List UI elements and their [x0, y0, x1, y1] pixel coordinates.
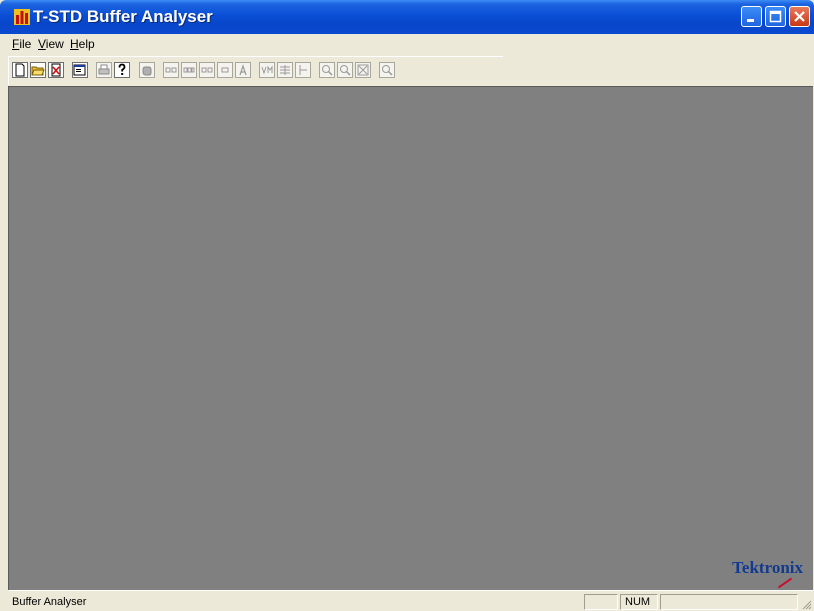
- status-pane-num: NUM: [620, 594, 658, 610]
- properties-button[interactable]: [72, 62, 88, 78]
- cursor-button[interactable]: [295, 62, 311, 78]
- close-file-button[interactable]: [48, 62, 64, 78]
- hand-button[interactable]: [139, 62, 155, 78]
- app-window: T-STD Buffer Analyser File View Help Tek…: [0, 0, 814, 611]
- open-icon: [31, 66, 45, 76]
- print-icon: [98, 64, 110, 75]
- hand-icon: [142, 66, 152, 76]
- status-pane-empty: [584, 594, 618, 610]
- zoom-fit-icon: [357, 64, 369, 76]
- logo-accent: [777, 577, 793, 589]
- minimize-button[interactable]: [741, 6, 762, 27]
- status-text: Buffer Analyser: [12, 596, 87, 608]
- zoom-icon: [382, 65, 393, 76]
- vm-icon: [261, 65, 273, 75]
- grid-button[interactable]: [277, 62, 293, 78]
- help-button[interactable]: [114, 62, 130, 78]
- pb-button[interactable]: [163, 62, 179, 78]
- cursor-icon: [299, 65, 307, 75]
- grid-icon: [280, 65, 290, 75]
- minimize-icon: [747, 19, 754, 22]
- window-title: T-STD Buffer Analyser: [33, 7, 213, 26]
- new-icon: [15, 63, 25, 77]
- pcr-icon: [183, 67, 195, 73]
- maximize-icon: [769, 10, 782, 23]
- zoom-in-button[interactable]: [319, 62, 335, 78]
- menu-file[interactable]: File: [12, 37, 31, 51]
- tektronix-logo: Tektronix: [732, 558, 803, 577]
- close-icon: [794, 11, 805, 22]
- menu-help[interactable]: Help: [70, 37, 95, 51]
- toolbar: [8, 56, 503, 85]
- resize-grip-icon[interactable]: [800, 598, 812, 610]
- eb-small-icon: [221, 67, 229, 73]
- menu-view[interactable]: View: [38, 37, 64, 51]
- open-button[interactable]: [30, 62, 46, 78]
- zoom-out-icon: [340, 65, 351, 76]
- a-button[interactable]: [235, 62, 251, 78]
- eb-button[interactable]: [199, 62, 215, 78]
- app-icon: [14, 9, 30, 25]
- zoom-button[interactable]: [379, 62, 395, 78]
- menu-bar: File View Help: [0, 34, 814, 54]
- help-icon: [118, 63, 126, 75]
- zoom-out-button[interactable]: [337, 62, 353, 78]
- close-file-icon: [51, 63, 61, 77]
- maximize-button[interactable]: [765, 6, 786, 27]
- close-button[interactable]: [789, 6, 810, 27]
- eb-icon: [201, 67, 213, 73]
- eb-small-button[interactable]: [217, 62, 233, 78]
- title-bar[interactable]: T-STD Buffer Analyser: [0, 0, 814, 34]
- mdi-client-area[interactable]: Tektronix: [8, 86, 813, 590]
- pb-icon: [165, 67, 177, 73]
- properties-icon: [73, 64, 86, 76]
- zoom-fit-button[interactable]: [355, 62, 371, 78]
- vm-button[interactable]: [259, 62, 275, 78]
- status-pane-extra: [660, 594, 798, 610]
- pcr-button[interactable]: [181, 62, 197, 78]
- zoom-in-icon: [322, 65, 333, 76]
- status-bar: Buffer Analyser NUM: [8, 590, 814, 611]
- a-icon: [239, 64, 247, 76]
- new-button[interactable]: [12, 62, 28, 78]
- print-button[interactable]: [96, 62, 112, 78]
